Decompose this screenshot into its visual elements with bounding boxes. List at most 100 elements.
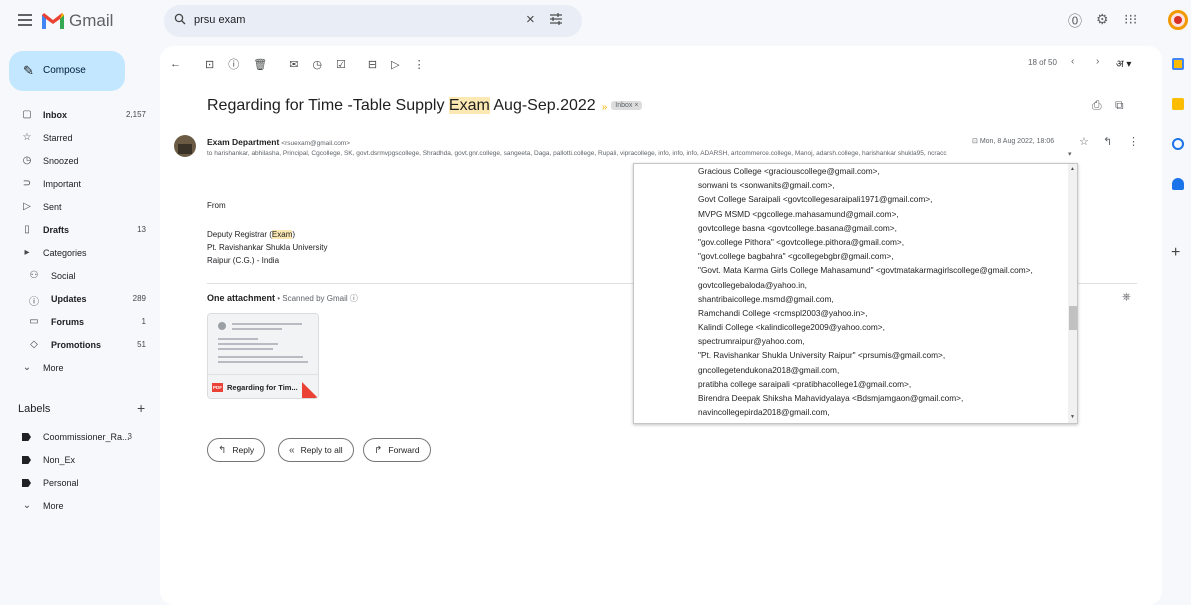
recipient-entry[interactable]: sonwani ts <sonwanits@gmail.com>, [698,178,1068,192]
recipient-entry[interactable]: Birendra Deepak Shiksha Mahavidyalaya <B… [698,391,1068,405]
sidebar-item-forums[interactable]: ▭ Forums 1 [0,311,160,334]
recipient-entry[interactable]: govtcollege basna <govtcollege.basana@gm… [698,221,1068,235]
recipient-entry[interactable]: Kalindi College <kalindicollege2009@yaho… [698,320,1068,334]
forward-label: Forward [388,445,420,455]
sidebar-item-more[interactable]: ⌄ More [0,357,160,380]
contacts-icon[interactable] [1172,178,1184,190]
search-options-icon[interactable] [549,12,563,26]
forward-button[interactable]: ↱ Forward [363,438,431,462]
open-new-window-icon[interactable]: ⧉ [1115,98,1124,113]
archive-icon[interactable]: ⊡ [205,58,214,71]
gmail-logo[interactable]: Gmail [41,11,113,31]
forward-arrow-icon: ↱ [374,444,383,456]
send-icon: ▷ [23,201,31,212]
important-marker-icon[interactable]: » [602,102,608,113]
apps-grid-icon[interactable]: ⁝⁝⁝ [1124,11,1137,28]
sidebar-item-social[interactable]: ⚇ Social [0,265,160,288]
clear-search-icon[interactable]: × [526,11,535,28]
help-icon[interactable]: ⓪ [1068,11,1082,31]
popup-scrollbar[interactable]: ▲ ▼ [1068,164,1077,423]
account-avatar[interactable] [1168,10,1188,30]
sidebar-item-sent[interactable]: ▷ Sent [0,196,160,219]
label-item[interactable]: Coommissioner_Ra... 3 [0,426,160,449]
subject-highlight: Exam [448,97,490,114]
message-more-icon[interactable]: ⋮ [1128,135,1139,148]
label-item-text: Non_Ex [43,455,76,465]
label-item[interactable]: Personal [0,472,160,495]
back-arrow-icon[interactable]: ← [170,58,181,70]
compose-button[interactable]: ✎ Compose [9,51,125,91]
reply-icon[interactable]: ↰ [1103,135,1112,148]
recipient-entry[interactable]: govtcollegebaloda@yahoo.in, [698,278,1068,292]
menu-icon[interactable] [18,14,32,26]
delete-icon[interactable]: 🗑 [253,58,267,71]
search-icon[interactable] [174,13,186,25]
clock-icon: ◷ [22,155,32,166]
older-chevron-icon[interactable]: › [1096,56,1099,67]
add-to-drive-icon[interactable]: ⎈ [1122,291,1131,304]
sidebar-item-drafts[interactable]: ▯ Drafts 13 [0,219,160,242]
sidebar-item-important[interactable]: ⊃ Important [0,173,160,196]
input-tools-button[interactable]: अ ▾ [1116,56,1131,70]
recipient-entry[interactable]: "govt.college bagbahra" <gcollegebgbr@gm… [698,249,1068,263]
star-icon[interactable]: ☆ [1079,135,1089,148]
sidebar-item-starred[interactable]: ☆ Starred [0,127,160,150]
add-label-icon[interactable]: + [137,400,145,416]
recipient-entry[interactable]: Ramchandi College <rcmspl2003@yahoo.in>, [698,306,1068,320]
sidebar-item-inbox[interactable]: ▢ Inbox 2,157 [0,104,160,127]
keep-icon[interactable] [1172,98,1184,110]
sidebar-item-snoozed[interactable]: ◷ Snoozed [0,150,160,173]
scroll-down-icon[interactable]: ▼ [1070,414,1075,420]
search-bar[interactable]: prsu exam × [164,5,582,37]
recipients-line[interactable]: to harishankar, abhilasha, Principal, Cg… [207,150,1077,157]
recipient-entry[interactable]: spectrumraipur@yahoo.com, [698,334,1068,348]
report-spam-icon[interactable]: ⓘ [228,56,239,72]
recipients-dropdown-icon[interactable]: ▾ [1068,150,1072,158]
mark-unread-icon[interactable]: ✉ [289,58,298,71]
move-to-icon[interactable]: ⊟ [368,58,377,71]
star-icon: ☆ [22,132,32,143]
recipients-popup[interactable]: Gracious College <graciouscollege@gmail.… [633,163,1078,424]
more-options-icon[interactable]: ⋮ [414,58,425,71]
newer-chevron-icon[interactable]: ‹ [1071,56,1074,67]
reply-all-button[interactable]: « Reply to all [278,438,354,462]
labels-list: Coommissioner_Ra... 3 Non_Ex Personal ⌄ More [0,426,160,518]
recipient-entry[interactable]: shantribaicollege.msmd@gmail.com, [698,292,1068,306]
scrollbar-thumb[interactable] [1069,306,1077,330]
label-tag-icon [22,433,31,441]
reply-button[interactable]: ↰ Reply [207,438,266,462]
scroll-up-icon[interactable]: ▲ [1070,166,1075,172]
reply-arrow-icon: ↰ [218,444,227,456]
document-preview [208,314,318,374]
recipient-entry[interactable]: Gracious College <graciouscollege@gmail.… [698,164,1068,178]
search-input[interactable]: prsu exam [194,14,245,26]
get-addons-icon[interactable]: + [1171,244,1180,262]
inbox-label-chip[interactable]: Inbox × [611,101,643,110]
label-icon[interactable]: ▷ [391,58,399,71]
attachment-thumbnail[interactable]: PDF Regarding for Tim... [207,313,319,399]
add-to-tasks-icon[interactable]: ☑ [336,58,346,71]
sidebar-item-categories[interactable]: ▸ Categories [0,242,160,265]
print-icon[interactable]: ⎙ [1092,98,1102,113]
snooze-icon[interactable]: ◷ [312,58,322,71]
reply-label: Reply [232,445,255,455]
sidebar-item-promotions[interactable]: ◇ Promotions 51 [0,334,160,357]
label-item[interactable]: ⌄ More [0,495,160,518]
recipient-entry[interactable]: navincollegepirda2018@gmail.com, [698,405,1068,419]
label-tag-icon [22,479,31,487]
recipient-entry[interactable]: MVPG MSMD <pgcollege.mahasamund@gmail.co… [698,207,1068,221]
recipient-entry[interactable]: "gov.college Pithora" <govtcollege.pitho… [698,235,1068,249]
sender-name[interactable]: Exam Department <rsuexam@gmail.com> [207,137,350,147]
settings-icon[interactable]: ⚙ [1096,11,1109,28]
calendar-icon[interactable] [1172,58,1184,70]
recipient-entry[interactable]: gncollegetendukona2018@gmail.com, [698,363,1068,377]
recipient-entry[interactable]: pratibha college saraipali <pratibhacoll… [698,377,1068,391]
sidebar-item-label: Categories [43,248,87,258]
tasks-icon[interactable] [1172,138,1184,150]
compose-label: Compose [43,65,86,76]
label-item[interactable]: Non_Ex [0,449,160,472]
recipient-entry[interactable]: "Pt. Ravishankar Shukla University Raipu… [698,348,1068,362]
sidebar-item-updates[interactable]: ⓘ Updates 289 [0,288,160,311]
recipient-entry[interactable]: "Govt. Mata Karma Girls College Mahasamu… [698,263,1068,277]
recipient-entry[interactable]: Govt College Saraipali <govtcollegesarai… [698,192,1068,206]
